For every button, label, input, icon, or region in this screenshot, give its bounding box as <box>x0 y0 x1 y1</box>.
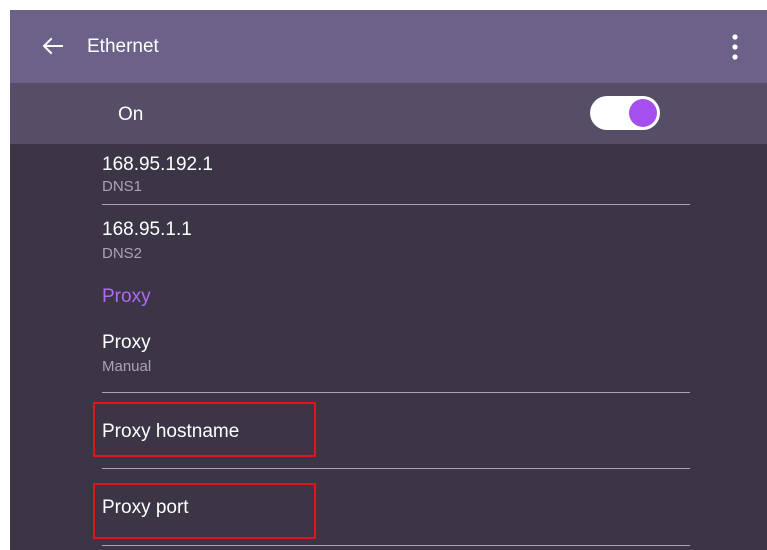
proxy-section-header: Proxy <box>102 286 151 307</box>
switch-thumb <box>629 99 657 127</box>
dns2-value: 168.95.1.1 <box>102 219 192 240</box>
divider <box>102 545 690 546</box>
ethernet-switch[interactable] <box>590 96 660 130</box>
highlight-box-proxy-port <box>93 483 316 539</box>
list-item-dns2[interactable]: 168.95.1.1 DNS2 <box>102 205 690 275</box>
app-bar: Ethernet <box>10 10 767 83</box>
toggle-label: On <box>118 104 144 125</box>
proxy-label: Proxy <box>102 332 151 353</box>
highlight-box-proxy-hostname <box>93 402 316 457</box>
list-item-dns1[interactable]: 168.95.192.1 DNS1 <box>102 144 690 204</box>
more-vert-icon[interactable] <box>724 30 746 64</box>
dns2-label: DNS2 <box>102 245 143 262</box>
dns1-value: 168.95.192.1 <box>102 154 213 175</box>
settings-screen: Ethernet On 168.95.192.1 DNS1 168.95.1.1… <box>10 10 767 550</box>
arrow-left-icon[interactable] <box>40 33 66 59</box>
list-item-proxy[interactable]: Proxy Manual <box>102 324 690 392</box>
page-title: Ethernet <box>87 36 159 57</box>
dns1-label: DNS1 <box>102 178 143 195</box>
proxy-value: Manual <box>102 358 152 375</box>
ethernet-toggle-bar[interactable]: On <box>10 83 767 144</box>
